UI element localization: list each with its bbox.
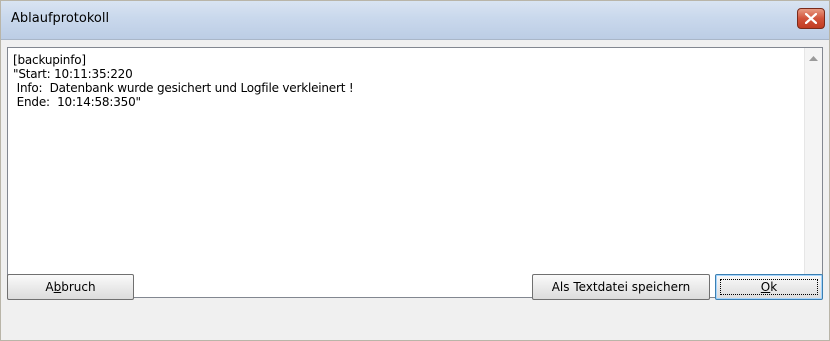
save-as-text-button[interactable]: Als Textdatei speichern (532, 274, 710, 300)
ok-button[interactable]: Ok (715, 274, 823, 300)
log-line: [backupinfo] (13, 53, 86, 67)
save-label: Als Textdatei speichern (551, 280, 691, 294)
scroll-up-button[interactable] (805, 50, 822, 67)
vertical-scrollbar[interactable] (804, 48, 822, 297)
abort-label-post: bruch (61, 280, 96, 294)
log-line: "Start: 10:11:35:220 (13, 67, 133, 81)
abort-label-pre: A (45, 280, 54, 294)
log-line: Ende: 10:14:58:350" (13, 95, 141, 109)
log-textarea[interactable]: [backupinfo] "Start: 10:11:35:220 Info: D… (7, 47, 823, 298)
log-dialog-window: Ablaufprotokoll [backupinfo] "Start: 10:1… (0, 0, 830, 341)
close-button[interactable] (797, 8, 825, 29)
close-icon (805, 13, 817, 24)
abort-button[interactable]: Abbruch (7, 274, 134, 300)
log-text: [backupinfo] "Start: 10:11:35:220 Info: D… (13, 53, 800, 109)
dialog-content: [backupinfo] "Start: 10:11:35:220 Info: D… (1, 40, 829, 340)
log-line: Info: Datenbank wurde gesichert und Logf… (13, 81, 354, 95)
focus-rectangle (720, 279, 818, 295)
window-title: Ablaufprotokoll (11, 11, 110, 26)
title-bar[interactable]: Ablaufprotokoll (1, 1, 829, 40)
arrow-up-icon (809, 56, 818, 61)
